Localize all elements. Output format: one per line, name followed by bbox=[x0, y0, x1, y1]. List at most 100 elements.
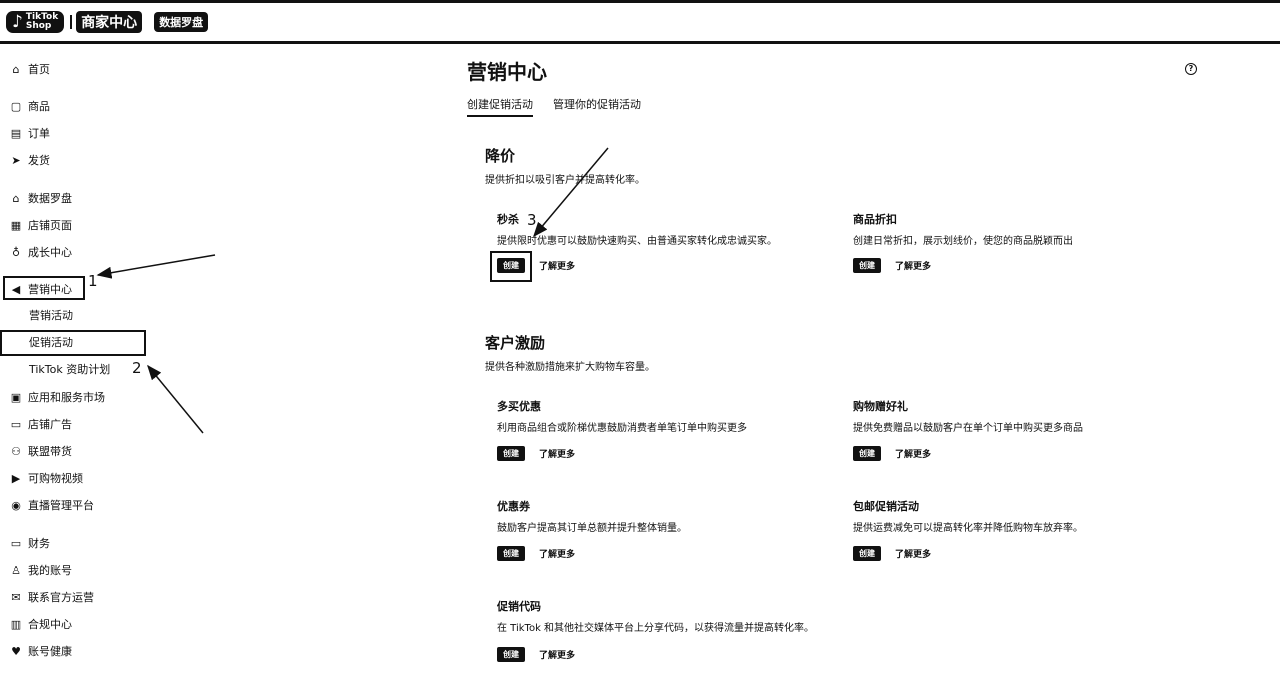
product-icon: ▢ bbox=[10, 99, 22, 113]
tiktok-note-icon: ♪ bbox=[12, 11, 23, 32]
sidebar-item-label: 店铺广告 bbox=[28, 418, 72, 431]
card-desc-gift-with-purchase: 提供免费赠品以鼓励客户在单个订单中购买更多商品 bbox=[853, 423, 1083, 434]
sidebar-item-label: 应用和服务市场 bbox=[28, 391, 105, 404]
sidebar-item-label: 直播管理平台 bbox=[28, 499, 94, 512]
sidebar-item-account-health[interactable]: ♥ 账号健康 bbox=[10, 642, 72, 660]
sidebar-item-label: 账号健康 bbox=[28, 645, 72, 658]
create-button-coupon[interactable]: 创建 bbox=[497, 546, 525, 561]
card-desc-product-discount: 创建日常折扣，展示划线价，使您的商品脱颖而出 bbox=[853, 236, 1073, 247]
sidebar-sub-marketing-activities[interactable]: 营销活动 bbox=[29, 307, 73, 325]
health-icon: ♥ bbox=[11, 644, 21, 658]
sidebar-item-finance[interactable]: ▭ 财务 bbox=[10, 534, 50, 552]
card-title-promo-code: 促销代码 bbox=[497, 600, 541, 613]
data-compass-link[interactable]: 数据罗盘 bbox=[154, 12, 209, 32]
card-desc-flash-sale: 提供限时优惠可以鼓励快速购买、由普通买家转化成忠诚买家。 bbox=[497, 236, 777, 247]
store-page-icon: ▦ bbox=[10, 218, 22, 232]
annotation-box-marketing-center bbox=[3, 276, 85, 300]
tab-manage-promotions[interactable]: 管理你的促销活动 bbox=[553, 96, 641, 112]
sidebar-item-label: 财务 bbox=[28, 537, 50, 550]
sidebar-item-compliance[interactable]: ▥ 合规中心 bbox=[10, 615, 72, 633]
sidebar-item-growth[interactable]: ♁ 成长中心 bbox=[10, 243, 72, 261]
order-icon: ▤ bbox=[10, 126, 22, 140]
learn-more-link-coupon[interactable]: 了解更多 bbox=[539, 547, 575, 560]
card-title-coupon: 优惠券 bbox=[497, 500, 530, 513]
learn-more-link-product-discount[interactable]: 了解更多 bbox=[895, 259, 931, 272]
annotation-number-3: 3 bbox=[527, 211, 537, 229]
sidebar-item-contact-ops[interactable]: ✉ 联系官方运营 bbox=[10, 588, 94, 606]
learn-more-link-flash-sale[interactable]: 了解更多 bbox=[539, 259, 575, 272]
learn-more-link-free-shipping[interactable]: 了解更多 bbox=[895, 547, 931, 560]
sidebar-item-label: 合规中心 bbox=[28, 618, 72, 631]
sidebar-item-label: 店铺页面 bbox=[28, 219, 72, 232]
growth-icon: ♁ bbox=[11, 245, 21, 259]
sidebar-item-label: 首页 bbox=[28, 63, 50, 76]
tab-create-promotion[interactable]: 创建促销活动 bbox=[467, 96, 533, 117]
card-title-product-discount: 商品折扣 bbox=[853, 213, 897, 226]
sidebar-item-app-market[interactable]: ▣ 应用和服务市场 bbox=[10, 388, 105, 406]
video-icon: ▶ bbox=[11, 471, 21, 485]
contact-icon: ✉ bbox=[11, 590, 21, 604]
sidebar-item-my-account[interactable]: ♙ 我的账号 bbox=[10, 561, 72, 579]
sidebar-item-store-ads[interactable]: ▭ 店铺广告 bbox=[10, 415, 72, 433]
learn-more-link-gift-with-purchase[interactable]: 了解更多 bbox=[895, 447, 931, 460]
sidebar-item-affiliate[interactable]: ⚇ 联盟带货 bbox=[10, 442, 72, 460]
section-desc-price-cut: 提供折扣以吸引客户并提高转化率。 bbox=[485, 175, 645, 186]
annotation-box-promotions bbox=[0, 330, 146, 356]
sidebar-item-label: 联系官方运营 bbox=[28, 591, 94, 604]
card-desc-promo-code: 在 TikTok 和其他社交媒体平台上分享代码，以获得流量并提高转化率。 bbox=[497, 623, 815, 634]
card-title-flash-sale: 秒杀 bbox=[497, 213, 519, 226]
logo-badge: ♪ TikTok Shop bbox=[6, 11, 65, 33]
sidebar-item-shipping[interactable]: ➤ 发货 bbox=[10, 151, 50, 169]
sidebar: ⌂ 首页 ▢ 商品 ▤ 订单 ➤ 发货 ⌂ 数据罗盘 ▦ 店铺页面 ♁ 成长中心 ◀ 营销中心 … bbox=[0, 46, 230, 685]
learn-more-link-multi-buy[interactable]: 了解更多 bbox=[539, 447, 575, 460]
create-button-gift-with-purchase[interactable]: 创建 bbox=[853, 446, 881, 461]
account-icon: ♙ bbox=[11, 563, 21, 577]
compass-icon: ⌂ bbox=[12, 191, 20, 205]
tiktok-shop-logo[interactable]: ♪ TikTok Shop 商家中心 数据罗盘 bbox=[6, 11, 209, 33]
sidebar-item-live-platform[interactable]: ◉ 直播管理平台 bbox=[10, 496, 94, 514]
create-button-free-shipping[interactable]: 创建 bbox=[853, 546, 881, 561]
sidebar-item-store-page[interactable]: ▦ 店铺页面 bbox=[10, 216, 72, 234]
annotation-number-1: 1 bbox=[88, 272, 98, 290]
brand-separator bbox=[70, 15, 73, 29]
page-title: 营销中心 bbox=[467, 60, 547, 84]
card-title-multi-buy: 多买优惠 bbox=[497, 400, 541, 413]
help-icon[interactable]: ? bbox=[1185, 63, 1197, 75]
sidebar-item-orders[interactable]: ▤ 订单 bbox=[10, 124, 50, 142]
sidebar-item-data-compass[interactable]: ⌂ 数据罗盘 bbox=[10, 189, 73, 207]
sidebar-item-label: 发货 bbox=[28, 154, 50, 167]
shipping-icon: ➤ bbox=[11, 153, 21, 167]
create-button-product-discount[interactable]: 创建 bbox=[853, 258, 881, 273]
sidebar-item-label: 商品 bbox=[28, 100, 50, 113]
sidebar-item-home[interactable]: ⌂ 首页 bbox=[10, 60, 51, 78]
sidebar-item-products[interactable]: ▢ 商品 bbox=[10, 97, 50, 115]
card-title-gift-with-purchase: 购物赠好礼 bbox=[853, 400, 908, 413]
affiliate-icon: ⚇ bbox=[11, 444, 21, 458]
learn-more-link-promo-code[interactable]: 了解更多 bbox=[539, 648, 575, 661]
sidebar-item-label: 我的账号 bbox=[28, 564, 72, 577]
card-title-free-shipping: 包邮促销活动 bbox=[853, 500, 919, 513]
annotation-number-2: 2 bbox=[132, 359, 142, 377]
home-icon: ⌂ bbox=[12, 62, 20, 76]
section-desc-customer-incentives: 提供各种激励措施来扩大购物车容量。 bbox=[485, 362, 655, 373]
sidebar-item-shoppable-video[interactable]: ▶ 可购物视频 bbox=[10, 469, 83, 487]
compliance-icon: ▥ bbox=[10, 617, 22, 631]
apps-icon: ▣ bbox=[10, 390, 22, 404]
logo-line2: Shop bbox=[25, 21, 52, 31]
card-desc-coupon: 鼓励客户提高其订单总额并提升整体销量。 bbox=[497, 523, 687, 534]
sidebar-item-label: 订单 bbox=[28, 127, 50, 140]
finance-icon: ▭ bbox=[10, 536, 22, 550]
top-bar: ♪ TikTok Shop 商家中心 数据罗盘 bbox=[0, 0, 1280, 44]
arrow-3 bbox=[533, 147, 609, 238]
seller-center-label: 商家中心 bbox=[76, 11, 143, 33]
card-desc-multi-buy: 利用商品组合或阶梯优惠鼓励消费者单笔订单中购买更多 bbox=[497, 423, 747, 434]
create-button-multi-buy[interactable]: 创建 bbox=[497, 446, 525, 461]
section-title-customer-incentives: 客户激励 bbox=[485, 334, 546, 352]
annotation-box-flash-sale-create bbox=[490, 251, 532, 282]
sidebar-item-label: 数据罗盘 bbox=[28, 192, 72, 205]
live-icon: ◉ bbox=[11, 498, 21, 512]
sidebar-sub-funding-program[interactable]: TikTok 资助计划 bbox=[29, 361, 110, 379]
sidebar-item-label: 联盟带货 bbox=[28, 445, 72, 458]
sidebar-item-label: 成长中心 bbox=[28, 246, 72, 259]
create-button-promo-code[interactable]: 创建 bbox=[497, 647, 525, 662]
